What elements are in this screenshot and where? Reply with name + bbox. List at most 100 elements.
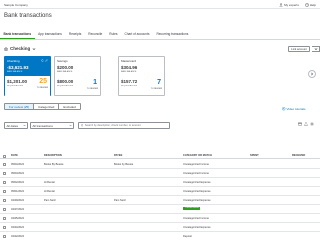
quickbooks-balance: $157.72 <box>121 79 138 84</box>
row-date: 05/04/2024 <box>11 162 24 166</box>
row-date: 05/02/2024 <box>11 180 24 184</box>
help-icon: ? <box>305 2 309 7</box>
play-icon <box>282 107 286 111</box>
row-category[interactable]: Uncategorized Income <box>183 172 209 175</box>
row-date: 04/27/2024 <box>11 207 24 211</box>
quickbooks-balance-label: IN QUICKBOOKS <box>57 85 74 87</box>
refresh-icon <box>41 59 44 62</box>
review-count-label: TO REVIEW <box>86 88 98 90</box>
chevron-down-icon <box>32 47 36 51</box>
row-category[interactable]: Uncategorized Expense <box>183 181 211 184</box>
search-input[interactable] <box>84 124 168 127</box>
transaction-type-filter[interactable]: All transactions <box>30 122 74 129</box>
table-row[interactable]: 04/24/2024 Uncategorized Expense <box>0 223 320 232</box>
chevron-down-icon <box>314 47 318 51</box>
quickbooks-balance-label: IN QUICKBOOKS <box>121 85 138 87</box>
column-header-payee[interactable]: PAYEE <box>114 154 122 157</box>
account-card-savings[interactable]: Savings $200.00 BANK BALANCE $800.00 IN … <box>54 56 101 96</box>
row-category[interactable]: Uncategorized Income <box>183 163 209 166</box>
select-all-checkbox[interactable] <box>3 154 6 158</box>
bank-balance: $200.00 <box>57 65 74 70</box>
review-count-label: TO REVIEW <box>36 87 48 89</box>
edit-icon <box>45 59 48 62</box>
table-row[interactable]: 05/02/2024 Hi Rental Uncategorized Expense <box>0 178 320 187</box>
table-row[interactable]: 04/27/2024 1 record found <box>0 205 320 214</box>
row-category[interactable]: Uncategorized Expense <box>183 226 211 229</box>
chevron-down-icon <box>68 124 72 127</box>
link-account-dropdown-button[interactable] <box>312 46 320 52</box>
page-title: Bank transactions <box>4 13 52 19</box>
link-account-button[interactable]: Link account <box>288 46 310 52</box>
row-checkbox[interactable] <box>3 225 6 229</box>
row-checkbox[interactable] <box>3 180 6 184</box>
video-tutorials-label: Video tutorials <box>286 107 306 111</box>
row-checkbox[interactable] <box>3 234 6 238</box>
date-filter-value: All dates <box>6 123 19 128</box>
row-category[interactable]: Uncategorized Income <box>183 217 209 220</box>
row-date: 04/22/2024 <box>11 234 24 238</box>
row-category[interactable]: Uncategorized Expense <box>183 190 211 193</box>
account-card-checking[interactable]: Checking -$3,621.93 BANK BALANCE $1,201.… <box>4 56 51 97</box>
table-row[interactable]: 05/04/2024 Books By Bessie Books by Bessie… <box>0 160 320 169</box>
gear-icon[interactable] <box>310 122 314 126</box>
review-count: 7 <box>157 79 161 86</box>
quickbooks-balance-label: IN QUICKBOOKS <box>7 85 24 87</box>
row-checkbox[interactable] <box>3 189 6 193</box>
chevron-down-icon <box>22 124 26 127</box>
chevron-right-icon <box>311 72 313 76</box>
row-date: 04/29/2024 <box>11 198 24 202</box>
bank-icon <box>4 46 8 51</box>
row-description: Books By Bessie <box>44 162 64 166</box>
search-icon <box>80 124 84 127</box>
my-experts-link[interactable]: My experts <box>279 3 299 7</box>
row-checkbox[interactable] <box>3 171 6 175</box>
card-name: Mastercard <box>121 59 137 63</box>
table-row[interactable]: 05/01/2024 Hi Rental Uncategorized Expense <box>0 187 320 196</box>
date-filter[interactable]: All dates <box>4 122 28 129</box>
table-row[interactable]: 05/03/2024 Uncategorized Income <box>0 169 320 178</box>
row-category[interactable]: Uncategorized Expense <box>183 199 211 202</box>
bank-balance-label: BANK BALANCE <box>7 71 23 73</box>
transaction-type-filter-value: All transactions <box>32 123 53 128</box>
card-lower-panel: $1,201.00 IN QUICKBOOKS 25 TO REVIEW <box>5 76 50 97</box>
column-header-spent[interactable]: SPENT <box>250 154 259 157</box>
row-category[interactable]: Deposit <box>183 235 192 238</box>
card-name: Checking <box>7 59 20 63</box>
table-row[interactable]: 04/29/2024 Pam Seitz Pam Seitz Uncategorize… <box>0 196 320 205</box>
card-name: Savings <box>57 59 68 63</box>
export-icon[interactable] <box>304 122 308 126</box>
video-tutorials-link[interactable]: Video tutorials <box>282 107 305 111</box>
bank-balance-label: BANK BALANCE <box>57 71 73 73</box>
next-cards-button[interactable] <box>308 70 316 78</box>
table-row[interactable]: 04/25/2024 Uncategorized Income <box>0 214 320 223</box>
row-description: Hi Rental <box>44 180 55 184</box>
row-date: 05/01/2024 <box>11 189 24 193</box>
subtab-for-review[interactable]: For review (25) <box>5 104 35 109</box>
row-checkbox[interactable] <box>3 198 6 202</box>
account-selector-value: Checking <box>10 46 31 51</box>
account-card-mastercard[interactable]: Mastercard $304.96 BANK BALANCE $157.72 … <box>118 56 165 96</box>
row-checkbox[interactable] <box>3 162 6 166</box>
company-name[interactable]: Sample Company <box>4 3 28 7</box>
subtab-categorized[interactable]: Categorized <box>34 104 60 109</box>
account-selector[interactable]: Checking <box>4 46 36 51</box>
column-header-date[interactable]: DATE <box>11 154 18 157</box>
table-tools <box>298 122 314 126</box>
match-badge[interactable]: 1 record found <box>183 207 201 210</box>
subtab-excluded[interactable]: Excluded <box>59 104 79 109</box>
top-right-links: My experts ? Help <box>279 3 316 7</box>
review-subtabs: For review (25) Categorized Excluded <box>4 103 81 110</box>
review-count: 25 <box>39 78 47 85</box>
column-header-category-or-match[interactable]: CATEGORY OR MATCH <box>183 154 212 157</box>
tabs-divider <box>0 38 320 39</box>
help-link[interactable]: ? Help <box>305 3 316 7</box>
column-header-received[interactable]: RECEIVED <box>292 154 305 157</box>
row-payee: Books by Bessie <box>114 162 134 166</box>
table-row[interactable]: 04/22/2024 Deposit <box>0 232 320 240</box>
print-icon[interactable] <box>298 122 302 126</box>
bank-balance: -$3,621.93 <box>7 65 29 70</box>
row-checkbox[interactable] <box>3 207 6 211</box>
my-experts-label: My experts <box>284 2 299 7</box>
column-header-description[interactable]: DESCRIPTION <box>44 154 62 157</box>
row-checkbox[interactable] <box>3 216 6 220</box>
